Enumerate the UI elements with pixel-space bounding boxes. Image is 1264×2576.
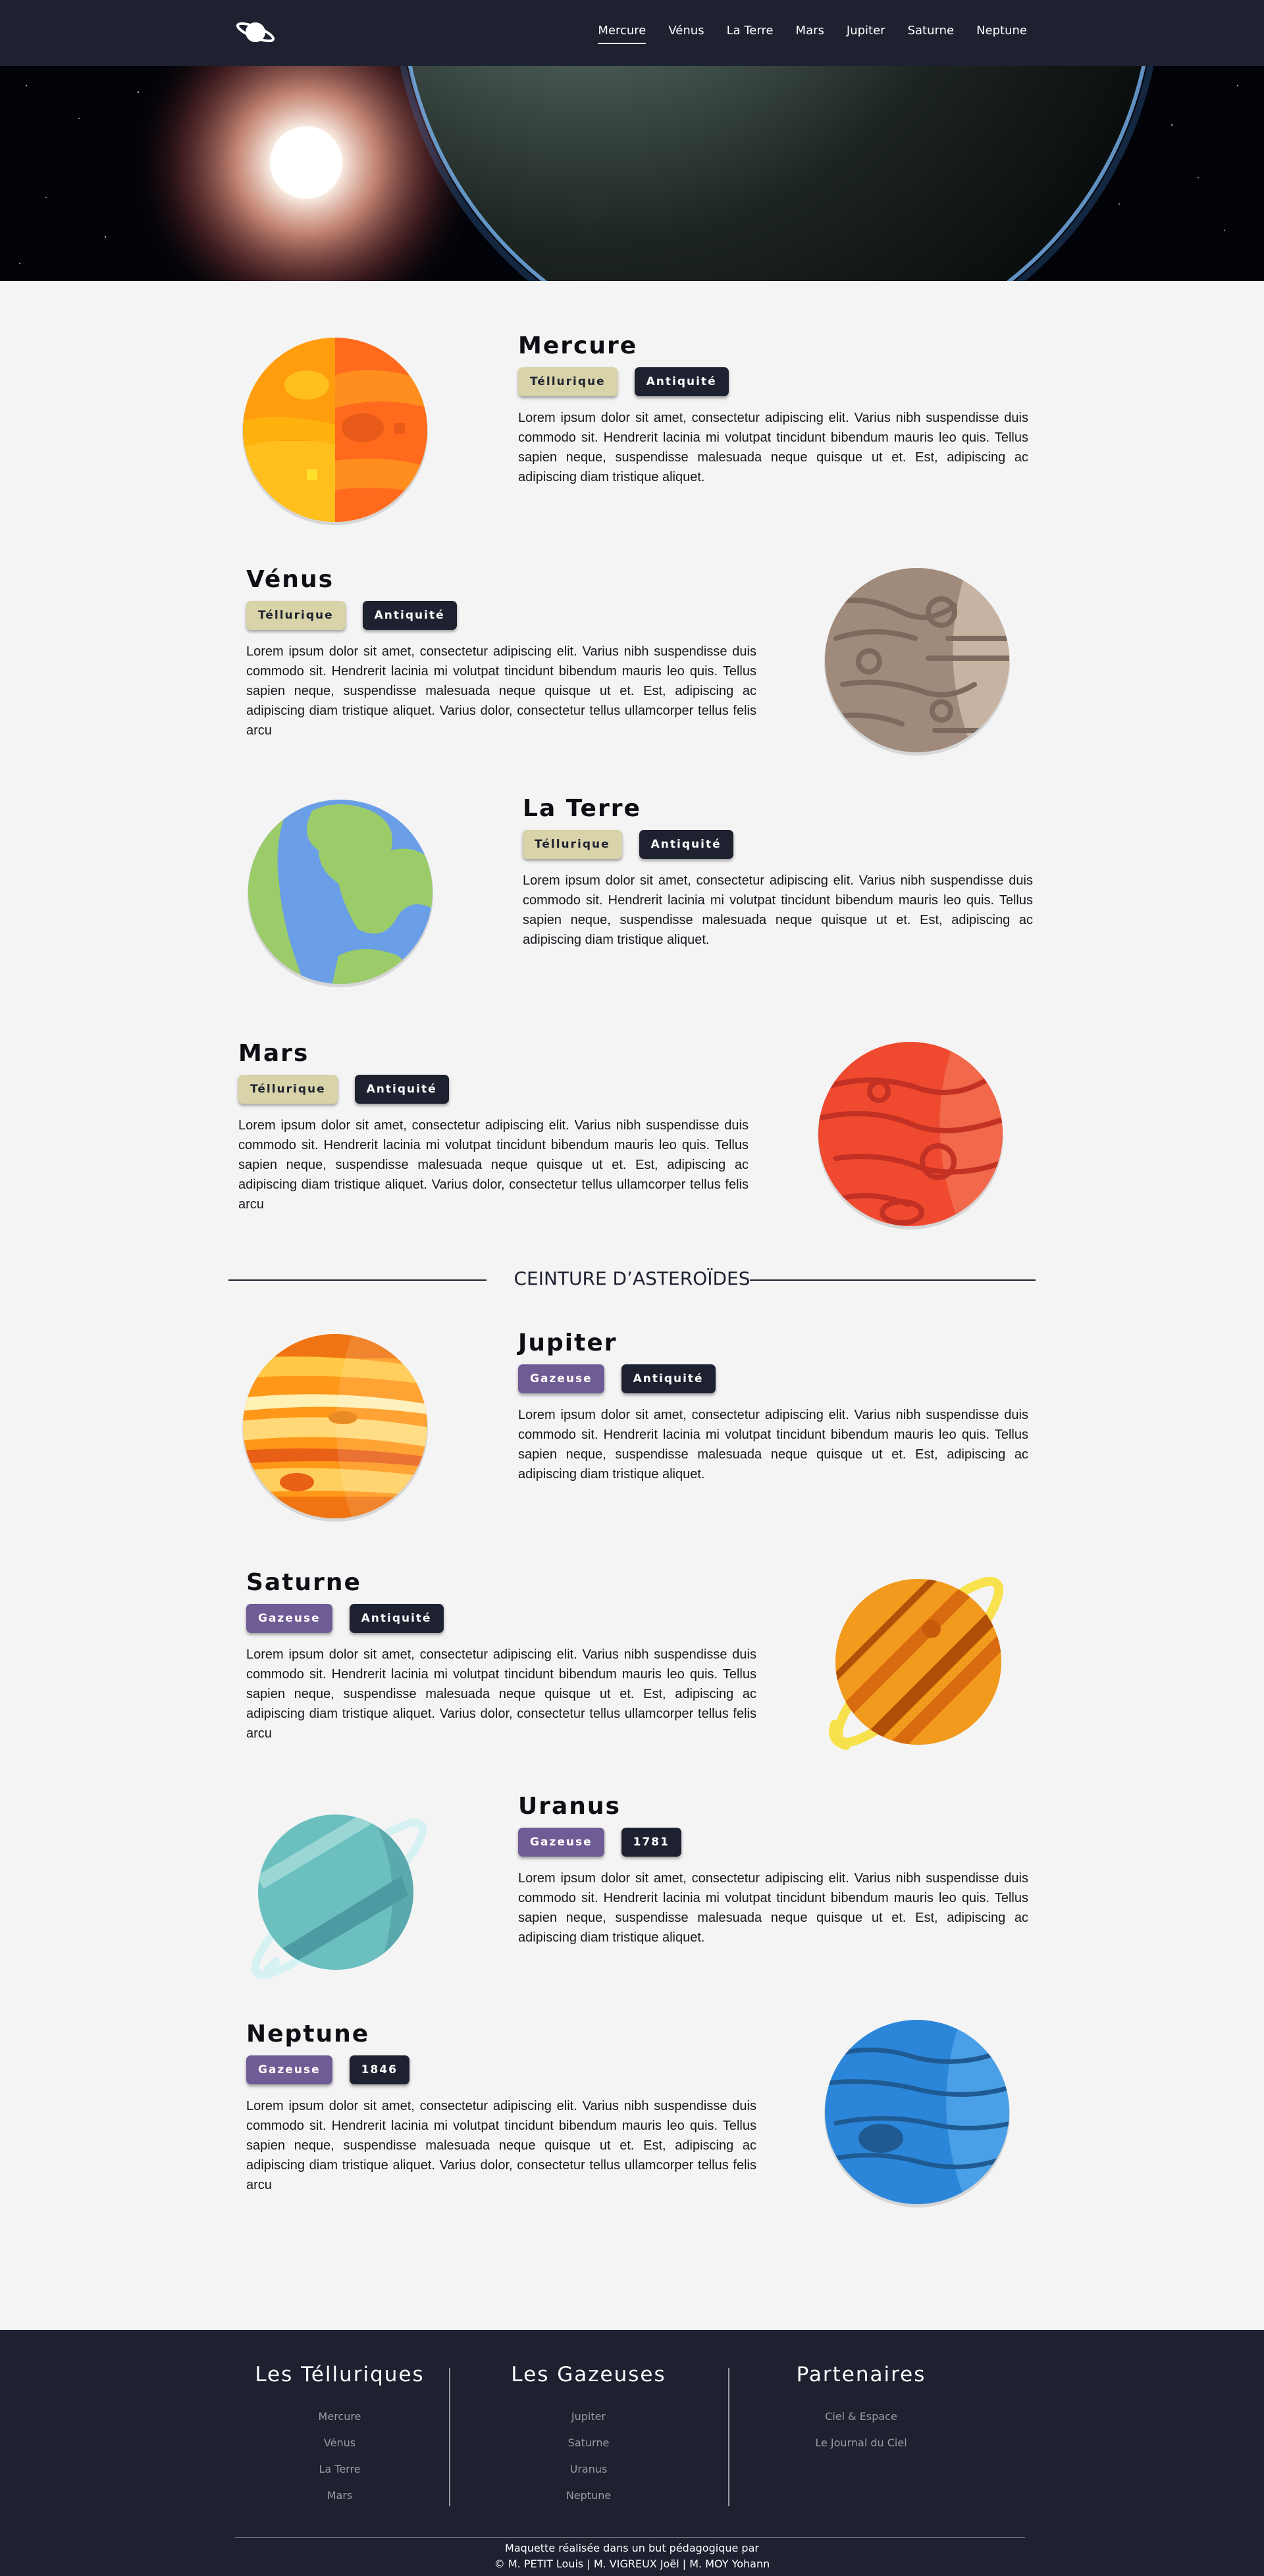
planet-title: Neptune [246,2021,370,2048]
planet-section-saturne: Saturne Gazeuse Antiquité Lorem ipsum do… [246,1569,756,1743]
planet-description: Lorem ipsum dolor sit amet, consectetur … [518,1408,1028,1481]
footer-credit-line1: Maquette réalisée dans un but pédagogiqu… [505,2542,759,2554]
type-badge: Téllurique [523,830,622,859]
planet-title: Saturne [246,1569,361,1596]
footer-link-terre[interactable]: La Terre [241,2463,438,2476]
planet-section-mercure: Mercure Téllurique Antiquité Lorem ipsum… [518,332,1028,487]
top-navbar: Mercure Vénus La Terre Mars Jupiter Satu… [0,0,1264,66]
footer-link-uranus[interactable]: Uranus [490,2463,687,2476]
uranus-icon [251,1815,427,1979]
asteroid-belt-divider: CEINTURE D’ASTEROÏDES [228,1264,1036,1297]
discovery-badge: Antiquité [354,1075,449,1104]
footer-link-ciel-espace[interactable]: Ciel & Espace [762,2410,960,2423]
nav-link-mercure[interactable]: Mercure [598,24,646,44]
saturn-icon [829,1576,1004,1750]
discovery-badge: 1781 [621,1828,681,1857]
footer-credit-line2: © M. PETIT Louis | M. VIGREUX Joël | M. … [494,2558,770,2570]
footer-divider [728,2368,729,2506]
nav-link-mars[interactable]: Mars [796,24,824,44]
planet-title: Jupiter [518,1329,618,1356]
type-badge: Téllurique [246,601,346,630]
discovery-badge: 1846 [349,2055,409,2084]
type-badge: Téllurique [518,367,618,396]
nav-link-neptune[interactable]: Neptune [976,24,1027,44]
type-badge: Gazeuse [518,1828,604,1857]
type-badge: Gazeuse [246,1604,332,1633]
footer-link-saturne[interactable]: Saturne [490,2436,687,2450]
hero-banner [0,66,1264,281]
footer-col-title: Partenaires [796,2363,926,2386]
footer-link-mars[interactable]: Mars [241,2489,438,2502]
discovery-badge: Antiquité [634,367,729,396]
mars-icon [818,1042,1003,1229]
planet-title: Uranus [518,1793,621,1820]
footer-link-mercure[interactable]: Mercure [241,2410,438,2423]
footer-col-telluriques: Les Télluriques Mercure Vénus La Terre M… [241,2363,438,2515]
saturn-logo-icon[interactable] [235,16,276,48]
discovery-badge: Antiquité [639,830,733,859]
footer-col-title: Les Gazeuses [511,2363,666,2386]
planet-description: Lorem ipsum dolor sit amet, consectetur … [246,644,756,738]
nav-link-venus[interactable]: Vénus [668,24,704,44]
planet-description: Lorem ipsum dolor sit amet, consectetur … [518,1871,1028,1945]
planet-section-venus: Vénus Téllurique Antiquité Lorem ipsum d… [246,566,756,740]
type-badge: Gazeuse [246,2055,332,2084]
divider-label: CEINTURE D’ASTEROÏDES [514,1268,750,1289]
planet-description: Lorem ipsum dolor sit amet, consectetur … [523,873,1033,947]
type-badge: Gazeuse [518,1364,604,1393]
jupiter-icon [242,1334,428,1522]
planet-description: Lorem ipsum dolor sit amet, consectetur … [246,2099,756,2192]
planet-description: Lorem ipsum dolor sit amet, consectetur … [518,411,1028,484]
planet-title: Mars [238,1040,309,1067]
footer-link-journal-ciel[interactable]: Le Journal du Ciel [762,2436,960,2450]
nav-link-terre[interactable]: La Terre [727,24,774,44]
main-menu: Mercure Vénus La Terre Mars Jupiter Satu… [575,24,1027,44]
discovery-badge: Antiquité [362,601,457,630]
nav-link-jupiter[interactable]: Jupiter [847,24,885,44]
discovery-badge: Antiquité [349,1604,444,1633]
planet-title: Mercure [518,332,638,359]
type-badge: Téllurique [238,1075,338,1104]
planet-description: Lorem ipsum dolor sit amet, consectetur … [238,1118,749,1212]
planet-section-jupiter: Jupiter Gazeuse Antiquité Lorem ipsum do… [518,1329,1028,1484]
site-footer: Les Télluriques Mercure Vénus La Terre M… [0,2330,1264,2576]
venus-icon [824,568,1010,756]
planet-description: Lorem ipsum dolor sit amet, consectetur … [246,1647,756,1741]
nav-link-saturne[interactable]: Saturne [908,24,955,44]
footer-separator [235,2537,1025,2538]
footer-link-jupiter[interactable]: Jupiter [490,2410,687,2423]
footer-col-partenaires: Partenaires Ciel & Espace Le Journal du … [762,2363,960,2463]
planet-section-uranus: Uranus Gazeuse 1781 Lorem ipsum dolor si… [518,1793,1028,1947]
space-earth-sun-banner [0,66,1264,281]
planet-section-neptune: Neptune Gazeuse 1846 Lorem ipsum dolor s… [246,2021,756,2195]
footer-link-neptune[interactable]: Neptune [490,2489,687,2502]
planet-section-terre: La Terre Téllurique Antiquité Lorem ipsu… [523,795,1033,950]
planet-section-mars: Mars Téllurique Antiquité Lorem ipsum do… [238,1040,749,1214]
mercury-icon [242,338,428,525]
neptune-icon [824,2020,1010,2207]
planet-title: Vénus [246,566,334,593]
earth-icon [248,800,433,987]
planet-title: La Terre [523,795,641,822]
discovery-badge: Antiquité [621,1364,716,1393]
footer-link-venus[interactable]: Vénus [241,2436,438,2450]
footer-col-title: Les Télluriques [255,2363,425,2386]
footer-col-gazeuses: Les Gazeuses Jupiter Saturne Uranus Nept… [490,2363,687,2515]
footer-divider [449,2368,450,2506]
